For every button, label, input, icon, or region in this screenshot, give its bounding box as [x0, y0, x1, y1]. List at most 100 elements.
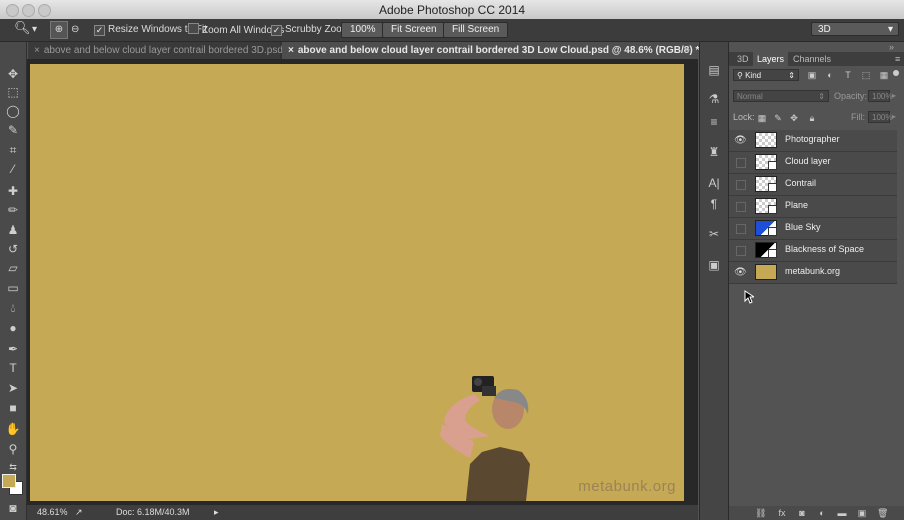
healing-brush-tool-icon[interactable]: ✚	[3, 183, 23, 200]
pen-tool-icon[interactable]: ✒	[3, 341, 23, 358]
eye-icon[interactable]: 👁︎	[734, 267, 747, 278]
gradient-tool-icon[interactable]: ▭	[3, 280, 23, 297]
zoom-in-icon[interactable]: ⊕	[50, 21, 68, 39]
panel-collapse-icon[interactable]: »	[889, 42, 894, 52]
path-select-tool-icon[interactable]: ➤	[3, 380, 23, 397]
opacity-slider-icon[interactable]: ▸	[892, 91, 896, 100]
lock-all-icon[interactable]: 🔒︎	[807, 113, 817, 123]
layer-mask-icon[interactable]: ◙	[797, 508, 807, 518]
new-group-icon[interactable]: ▬	[837, 508, 847, 518]
fill-label: Fill:	[851, 112, 865, 122]
visibility-toggle[interactable]	[736, 224, 746, 234]
brush-tool-icon[interactable]: ✏	[3, 202, 23, 219]
filter-pixel-icon[interactable]: ▣	[807, 70, 817, 80]
zoom-out-icon[interactable]: ⊖	[71, 23, 79, 37]
zoom-tool-icon[interactable]: 🔍︎	[14, 21, 31, 35]
visibility-toggle[interactable]	[736, 246, 746, 256]
fit-screen-button[interactable]: Fit Screen	[382, 22, 446, 38]
tab-3d[interactable]: 3D	[733, 52, 753, 66]
layer-style-icon[interactable]: fx	[777, 508, 787, 518]
eraser-tool-icon[interactable]: ▱	[3, 260, 23, 277]
new-layer-icon[interactable]: ▣	[857, 508, 867, 518]
fill-slider-icon[interactable]: ▸	[892, 112, 896, 121]
paragraph-panel-icon[interactable]: ¶	[705, 196, 723, 212]
tab-layers[interactable]: Layers	[753, 52, 789, 66]
panel-menu-icon[interactable]: ≡	[891, 52, 904, 66]
visibility-toggle[interactable]	[736, 158, 746, 168]
hand-tool-icon[interactable]: ✋	[3, 421, 23, 438]
zoom-level[interactable]: 48.61%	[37, 505, 68, 520]
tools-panel: ✥ ⬚ ◯ ✎ ⌗ ⁄ ✚ ✏ ♟ ↺ ▱ ▭ 💧︎ ● ✒ T ➤ ■ ✋ ⚲…	[0, 42, 27, 520]
filter-toggle[interactable]	[893, 70, 899, 76]
close-icon[interactable]: ×	[288, 45, 294, 56]
filter-smart-object-icon[interactable]: ▦	[879, 70, 889, 80]
dodge-tool-icon[interactable]: ●	[3, 320, 23, 337]
status-menu-icon[interactable]: ▸	[214, 505, 219, 520]
zoom-100-button[interactable]: 100%	[341, 22, 385, 38]
adjustments-panel-icon[interactable]: ⚗	[705, 91, 723, 107]
document-canvas[interactable]: metabunk.org	[30, 64, 684, 501]
lasso-tool-icon[interactable]: ◯	[3, 103, 23, 120]
filter-adjustment-icon[interactable]: ◐	[825, 70, 835, 80]
filter-shape-icon[interactable]: ⬚	[861, 70, 871, 80]
properties-panel-icon[interactable]: ≡	[705, 114, 723, 130]
eye-icon[interactable]: 👁︎	[734, 135, 747, 146]
lock-position-icon[interactable]: ✥	[789, 113, 799, 123]
crop-tool-icon[interactable]: ⌗	[3, 142, 23, 159]
smart-object-badge-icon	[768, 161, 777, 170]
workspace-select[interactable]: 3D ▾	[811, 22, 899, 36]
marquee-tool-icon[interactable]: ⬚	[3, 84, 23, 101]
foreground-color-swatch[interactable]	[2, 474, 16, 488]
layer-comps-panel-icon[interactable]: ▣	[705, 257, 723, 273]
eyedropper-tool-icon[interactable]: ⁄	[3, 161, 23, 178]
layer-row-cloud[interactable]: Cloud layer	[729, 152, 897, 174]
layer-filter-select[interactable]: ⚲ Kind ⇕	[733, 69, 799, 81]
link-layers-icon[interactable]: ⛓	[755, 508, 766, 518]
tabs-overflow-icon[interactable]: »	[684, 44, 690, 56]
history-brush-tool-icon[interactable]: ↺	[3, 241, 23, 258]
tool-preset-chevron-icon[interactable]: ▾	[32, 23, 37, 37]
tab-document-2[interactable]: × above and below cloud layer contrail bo…	[282, 42, 699, 59]
clone-source-panel-icon[interactable]: ♜	[705, 144, 723, 160]
tool-presets-panel-icon[interactable]: ✂	[705, 226, 723, 242]
visibility-toggle[interactable]	[736, 202, 746, 212]
clone-stamp-tool-icon[interactable]: ♟	[3, 222, 23, 239]
layer-name: Photographer	[785, 134, 840, 144]
delete-layer-icon[interactable]: 🗑︎	[877, 508, 888, 518]
close-icon[interactable]: ×	[34, 45, 40, 56]
tab-label: above and below cloud layer contrail bor…	[43, 45, 283, 56]
panel-icon-strip: ▤ ⚗ ≡ ♜ A| ¶ ✂ ▣	[699, 42, 729, 520]
layer-row-blue-sky[interactable]: Blue Sky	[729, 218, 897, 240]
blend-mode-select[interactable]: Normal ⇕	[733, 90, 829, 102]
quick-select-tool-icon[interactable]: ✎	[3, 122, 23, 139]
lock-transparent-icon[interactable]: ▦	[757, 113, 767, 123]
rectangle-tool-icon[interactable]: ■	[3, 400, 23, 417]
checkmark-icon: ✓	[271, 25, 282, 36]
layer-row-contrail[interactable]: Contrail	[729, 174, 897, 196]
share-icon[interactable]: ↗	[75, 505, 83, 520]
move-tool-icon[interactable]: ✥	[3, 66, 23, 83]
tab-document-1[interactable]: × above and below cloud layer contrail bo…	[28, 42, 283, 59]
tab-channels[interactable]: Channels	[789, 52, 835, 66]
fill-field[interactable]: 100%	[868, 111, 892, 123]
history-panel-icon[interactable]: ▤	[705, 62, 723, 78]
smart-object-badge-icon	[768, 205, 777, 214]
opacity-field[interactable]: 100%	[868, 90, 892, 102]
adjustment-layer-icon[interactable]: ◐	[817, 508, 827, 518]
zoom-all-windows-checkbox[interactable]: Zoom All Windows	[188, 23, 284, 37]
filter-type-icon[interactable]: T	[843, 70, 853, 80]
character-panel-icon[interactable]: A|	[705, 175, 723, 191]
layer-row-metabunk[interactable]: 👁︎ metabunk.org	[729, 262, 897, 284]
zoom-tool-icon[interactable]: ⚲	[3, 441, 23, 458]
fill-screen-button[interactable]: Fill Screen	[443, 22, 509, 38]
layer-row-plane[interactable]: Plane	[729, 196, 897, 218]
quick-mask-icon[interactable]: ◙	[3, 500, 23, 517]
lock-pixels-icon[interactable]: ✎	[773, 113, 783, 123]
smart-object-badge-icon	[768, 183, 777, 192]
visibility-toggle[interactable]	[736, 180, 746, 190]
blur-tool-icon[interactable]: 💧︎	[3, 300, 23, 317]
layer-row-blackness-of-space[interactable]: Blackness of Space	[729, 240, 897, 262]
type-tool-icon[interactable]: T	[3, 360, 23, 377]
layer-row-photographer[interactable]: 👁︎ Photographer	[729, 130, 897, 152]
scrubby-zoom-checkbox[interactable]: ✓ Scrubby Zoom	[271, 23, 350, 37]
